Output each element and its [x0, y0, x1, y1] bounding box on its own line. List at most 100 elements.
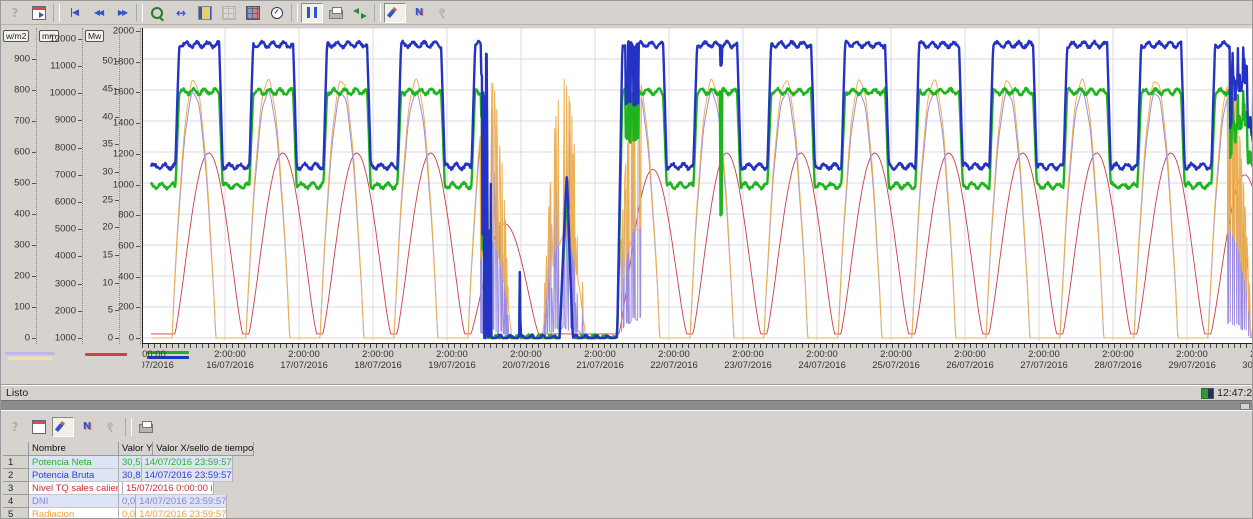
- table-toolbar: ?N: [1, 414, 1253, 440]
- table-row[interactable]: 1Potencia Neta30,514/07/2016 23:59:57: [3, 456, 1252, 469]
- table-row[interactable]: 3Nivel TQ sales calientes15/07/2016 0:00…: [3, 482, 1252, 495]
- export-icon: [353, 6, 367, 20]
- pen-button[interactable]: [52, 417, 74, 437]
- y-tick-mark: [32, 59, 36, 60]
- toolbar-separator: [125, 418, 132, 436]
- help-button[interactable]: ?: [4, 3, 26, 23]
- series-potencia-bruta[interactable]: [151, 41, 1253, 338]
- y-tick-mark: [78, 256, 82, 257]
- table-row[interactable]: 2Potencia Bruta30,814/07/2016 23:59:57: [3, 469, 1252, 482]
- trend-chart-area: w/m29008007006005004003002001000mm120001…: [1, 25, 1253, 400]
- series-dni[interactable]: [151, 91, 1253, 338]
- chart-toolbar: ? |◀◀◀▶▶ ↔ N: [1, 1, 1252, 25]
- trend-plot[interactable]: [143, 28, 1253, 344]
- y-axis-right[interactable]: 2000180016001400120010008006004002000: [120, 28, 141, 344]
- x-tick-label: 2:00:0024/07/2016: [785, 349, 859, 371]
- table-row[interactable]: 5Radiacion0,014/07/2016 23:59:57: [3, 508, 1252, 519]
- clockt-icon: [270, 6, 284, 20]
- series-potencia-neta[interactable]: [151, 88, 1253, 338]
- y-tick-label: 0: [25, 333, 30, 344]
- y-tick-label: 9000: [55, 115, 76, 126]
- help-button[interactable]: ?: [4, 417, 26, 437]
- y-tick-label: 5: [108, 305, 113, 316]
- column-header-2[interactable]: Valor Y: [119, 442, 153, 456]
- table-row[interactable]: 4DNI0,014/07/2016 23:59:57: [3, 495, 1252, 508]
- x-tick-date: 20/07/2016: [489, 360, 563, 371]
- pause-icon: [307, 7, 317, 18]
- time-range-button[interactable]: [28, 3, 50, 23]
- row-number: 1: [3, 456, 29, 469]
- row-number: 5: [3, 508, 29, 519]
- y-tick-label: 50: [102, 56, 113, 67]
- cell-nombre[interactable]: Nivel TQ sales calientes: [29, 482, 119, 495]
- y-tick-mark: [136, 31, 140, 32]
- cell-valor_x[interactable]: 14/07/2016 23:59:57: [136, 508, 227, 519]
- page-back-button[interactable]: ◀◀: [87, 3, 109, 23]
- y-tick-mark: [78, 202, 82, 203]
- column-header-1[interactable]: Nombre: [29, 442, 119, 456]
- x-tick-date: 21/07/2016: [563, 360, 637, 371]
- jump-start-button[interactable]: |◀: [63, 3, 85, 23]
- y-tick-label: 200: [118, 302, 134, 313]
- plot-area[interactable]: [142, 28, 1253, 344]
- cell-nombre[interactable]: Radiacion: [29, 508, 119, 519]
- zoom-in-button[interactable]: [146, 3, 168, 23]
- y-tick-mark: [136, 246, 140, 247]
- column-header-3[interactable]: Valor X/sello de tiempo: [153, 442, 254, 456]
- y-tick-mark: [115, 338, 119, 339]
- export-img-button[interactable]: [28, 417, 50, 437]
- letters-button[interactable]: N: [408, 3, 430, 23]
- help-icon: ?: [8, 6, 22, 20]
- y-axis-w/m2[interactable]: w/m29008007006005004003002001000: [1, 28, 37, 344]
- x-tick-date: 30/07/2016: [1229, 360, 1253, 371]
- y-tick-label: 500: [14, 178, 30, 189]
- y-tick-mark: [32, 90, 36, 91]
- y-tick-mark: [115, 200, 119, 201]
- y-tick-mark: [78, 93, 82, 94]
- compress-button[interactable]: [194, 3, 216, 23]
- time-range-icon: [32, 6, 46, 20]
- cell-valor_x[interactable]: 15/07/2016 0:00:00 i: [123, 482, 214, 495]
- print-button[interactable]: [135, 417, 157, 437]
- cell-nombre[interactable]: Potencia Bruta: [29, 469, 119, 482]
- y-tick-label: 800: [14, 85, 30, 96]
- x-tick-date: 18/07/2016: [341, 360, 415, 371]
- letters-button[interactable]: N: [76, 417, 98, 437]
- y-tick-label: 40: [102, 111, 113, 122]
- cell-valor_y[interactable]: 0,0: [119, 508, 136, 519]
- x-tick-label: 2:00:0023/07/2016: [711, 349, 785, 371]
- compress-icon: [198, 6, 212, 20]
- cell-valor_x[interactable]: 14/07/2016 23:59:57: [136, 495, 227, 508]
- cell-valor_y[interactable]: 30,8: [119, 469, 142, 482]
- y-axis-mm[interactable]: mm12000110001000090008000700060005000400…: [37, 28, 83, 344]
- pin-button[interactable]: [100, 417, 122, 437]
- cell-valor_y[interactable]: 30,5: [119, 456, 142, 469]
- status-bar: Listo 12:47:20: [1, 385, 1253, 400]
- x-tick-time: 2:00:00: [1229, 349, 1253, 360]
- x-tick-date: 19/07/2016: [415, 360, 489, 371]
- cell-nombre[interactable]: DNI: [29, 495, 119, 508]
- clock-status-icon: [1201, 388, 1214, 399]
- y-tick-mark: [115, 172, 119, 173]
- export-button[interactable]: [349, 3, 371, 23]
- pan-button[interactable]: ↔: [170, 3, 192, 23]
- page-forward-button[interactable]: ▶▶: [111, 3, 133, 23]
- cell-valor_x[interactable]: 14/07/2016 23:59:57: [142, 456, 233, 469]
- pin-button[interactable]: [432, 3, 454, 23]
- cell-nombre[interactable]: Potencia Neta: [29, 456, 119, 469]
- x-tick-date: 28/07/2016: [1081, 360, 1155, 371]
- cell-valor_x[interactable]: 14/07/2016 23:59:57: [142, 469, 233, 482]
- x-axis-labels: 0:00:0015/07/20162:00:0016/07/20162:00:0…: [142, 349, 1253, 375]
- pause-button[interactable]: [301, 3, 323, 23]
- splitter-button[interactable]: [1240, 403, 1250, 410]
- cell-valor_y[interactable]: 0,0: [119, 495, 136, 508]
- row-number: 4: [3, 495, 29, 508]
- print-button[interactable]: [325, 3, 347, 23]
- clockt-button[interactable]: [266, 3, 288, 23]
- panel-splitter[interactable]: [1, 400, 1253, 411]
- series-radiacion[interactable]: [151, 79, 1253, 338]
- grid-button[interactable]: [218, 3, 240, 23]
- stats-button[interactable]: [242, 3, 264, 23]
- y-tick-mark: [32, 307, 36, 308]
- pen-button[interactable]: [384, 3, 406, 23]
